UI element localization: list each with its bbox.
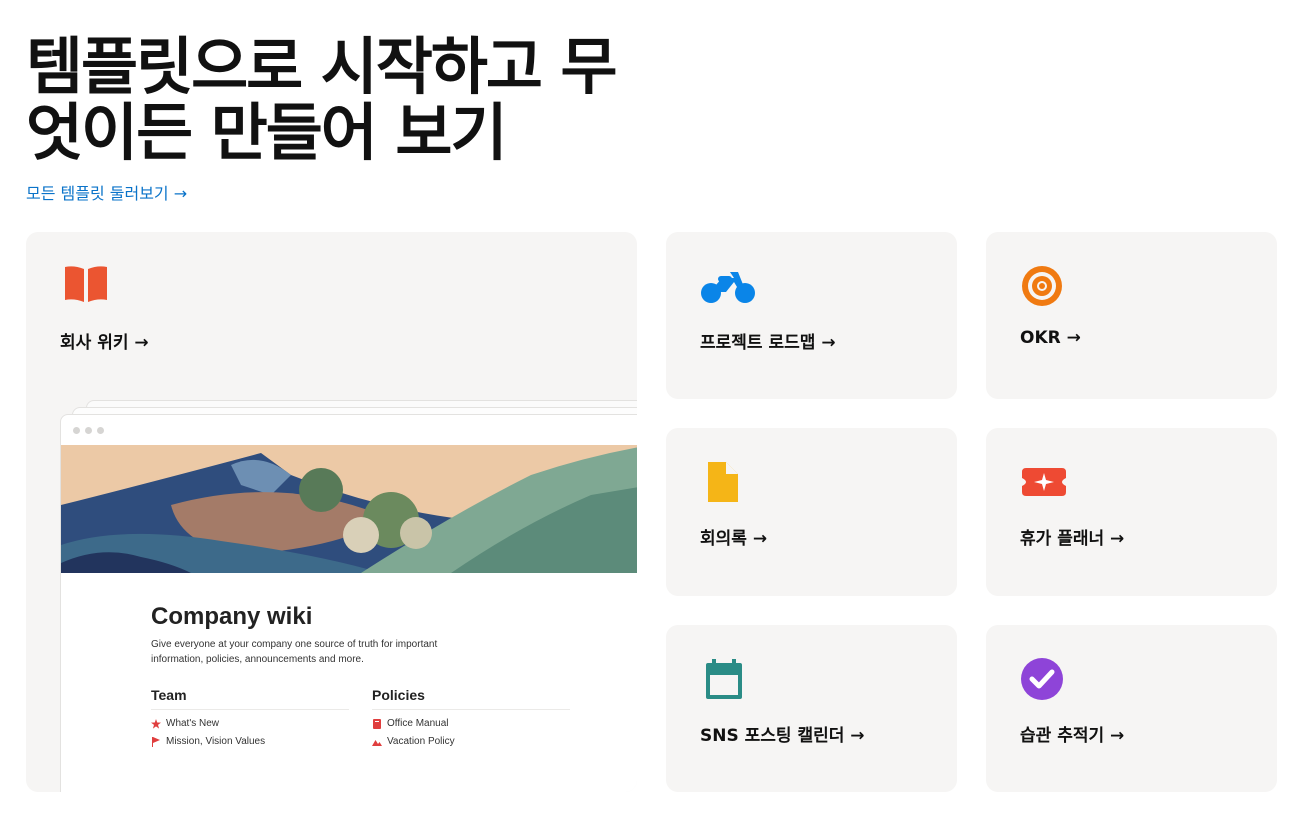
list-item-label: What's New [166,718,220,729]
template-card-vacation-planner[interactable]: 휴가 플래너 → [986,428,1277,596]
motorcycle-icon [700,264,755,308]
book-icon [373,718,381,729]
document-icon [700,460,750,504]
list-item: Mission, Vision Values [151,736,265,747]
list-item-label: Vacation Policy [387,736,455,747]
list-item: What's New [151,718,219,729]
template-title: 회의록 → [700,529,768,549]
page-title: 템플릿으로 시작하고 무엇이든 만들어 보기 [26,30,618,169]
template-card-habit-tracker[interactable]: 습관 추적기 → [986,625,1277,792]
column-heading-policies: Policies [372,687,425,703]
template-title: 휴가 플래너 → [1020,529,1125,549]
target-icon [1020,264,1070,308]
wiki-title: Company wiki [151,603,313,630]
star-icon [151,718,161,729]
template-card-sns-calendar[interactable]: SNS 포스팅 캘린더 → [666,625,957,792]
wiki-description: Give everyone at your company one source… [151,639,438,665]
calendar-icon [700,657,750,701]
template-card-okr[interactable]: OKR → [986,232,1277,399]
template-title: 프로젝트 로드맵 → [700,333,836,353]
template-title: SNS 포스팅 캘린더 → [700,726,865,746]
list-item-label: Mission, Vision Values [166,736,266,747]
book-icon [62,264,112,308]
flag-icon [152,736,160,747]
browse-all-templates-link[interactable]: 모든 템플릿 둘러보기 → [26,180,187,204]
airplane-ticket-icon [1020,460,1070,504]
template-card-company-wiki[interactable]: 회사 위키 → Company wiki Give everyone at yo… [26,232,637,792]
list-item: Office Manual [372,718,449,729]
window-bar [61,415,637,445]
mountain-icon [372,739,382,746]
template-title: OKR → [1020,328,1081,348]
template-card-project-roadmap[interactable]: 프로젝트 로드맵 → [666,232,957,399]
template-title: 습관 추적기 → [1020,726,1125,746]
list-item: Vacation Policy [372,736,455,747]
check-circle-icon [1020,657,1070,701]
template-title: 회사 위키 → [60,333,149,353]
list-item-label: Office Manual [387,718,449,729]
column-heading-team: Team [151,687,187,703]
template-card-meeting-notes[interactable]: 회의록 → [666,428,957,596]
wiki-preview: Company wiki Give everyone at your compa… [60,414,637,792]
cover-image [61,445,637,573]
